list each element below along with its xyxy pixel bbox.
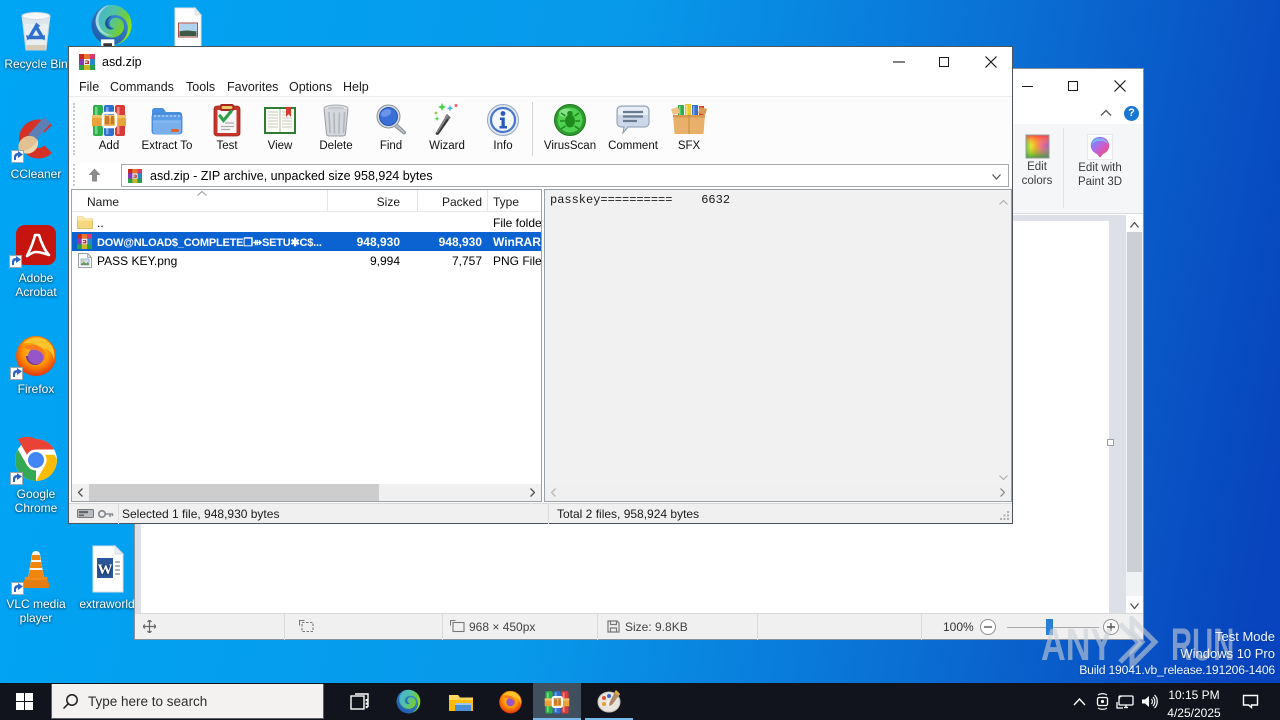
svg-text:W: W bbox=[98, 562, 113, 578]
